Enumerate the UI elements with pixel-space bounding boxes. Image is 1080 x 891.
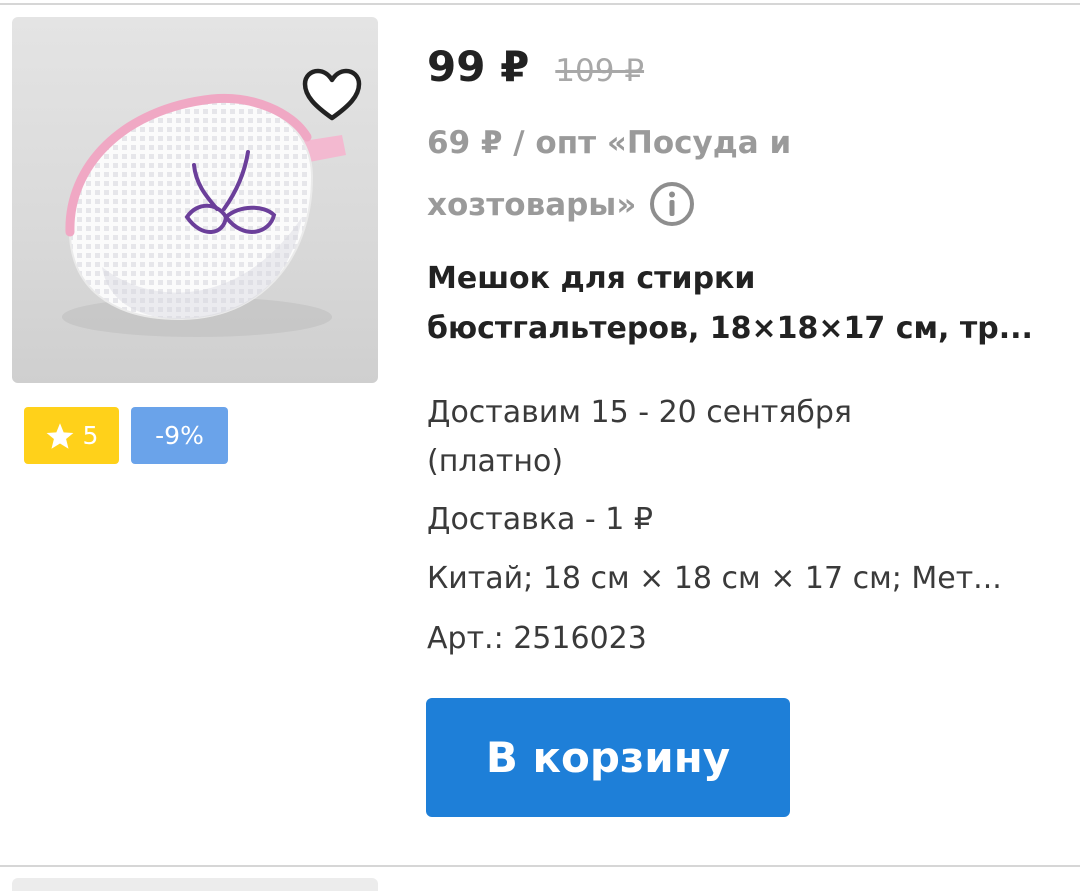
- favorite-button[interactable]: [297, 62, 367, 128]
- delivery-dates-line-1: Доставим 15 - 20 сентября: [427, 395, 852, 430]
- delivery-dates-line-2: (платно): [427, 444, 564, 479]
- top-divider: [0, 3, 1080, 5]
- product-title-line-2: бюстгальтеров, 18×18×17 см, тр...: [427, 311, 1033, 346]
- add-to-cart-button[interactable]: В корзину: [426, 698, 790, 817]
- rating-badge: 5: [24, 407, 119, 464]
- current-price: 99 ₽: [427, 42, 530, 91]
- discount-badge: -9%: [131, 407, 228, 464]
- wholesale-category: хозтовары»: [427, 187, 637, 223]
- price-row: 99 ₽ 109 ₽: [427, 42, 644, 91]
- product-title-line-1: Мешок для стирки: [427, 261, 756, 296]
- wholesale-price: 69 ₽ / опт «Посуда и хозтовары»: [427, 112, 847, 236]
- bottom-divider: [0, 865, 1080, 867]
- wholesale-line-1: 69 ₽ / опт «Посуда и: [427, 125, 792, 161]
- product-specs: Китай; 18 см × 18 см × 17 см; Мет...: [427, 561, 1002, 596]
- heart-outline-icon: [302, 68, 362, 121]
- info-circle-icon: [650, 181, 695, 226]
- old-price: 109 ₽: [555, 53, 645, 89]
- product-sku: Арт.: 2516023: [427, 621, 647, 656]
- delivery-dates: Доставим 15 - 20 сентября (платно): [427, 388, 852, 486]
- star-icon: [46, 422, 73, 449]
- info-button[interactable]: [648, 180, 696, 228]
- product-image[interactable]: [12, 17, 378, 383]
- wholesale-line-2: хозтовары»: [427, 174, 847, 236]
- delivery-cost: Доставка - 1 ₽: [427, 502, 653, 537]
- next-product-image[interactable]: [12, 878, 378, 891]
- rating-value: 5: [82, 421, 99, 450]
- product-list-page: 5 -9% 99 ₽ 109 ₽ 69 ₽ / опт «Посуда и хо…: [0, 0, 1080, 891]
- product-title[interactable]: Мешок для стирки бюстгальтеров, 18×18×17…: [427, 254, 1047, 354]
- discount-value: -9%: [155, 421, 204, 450]
